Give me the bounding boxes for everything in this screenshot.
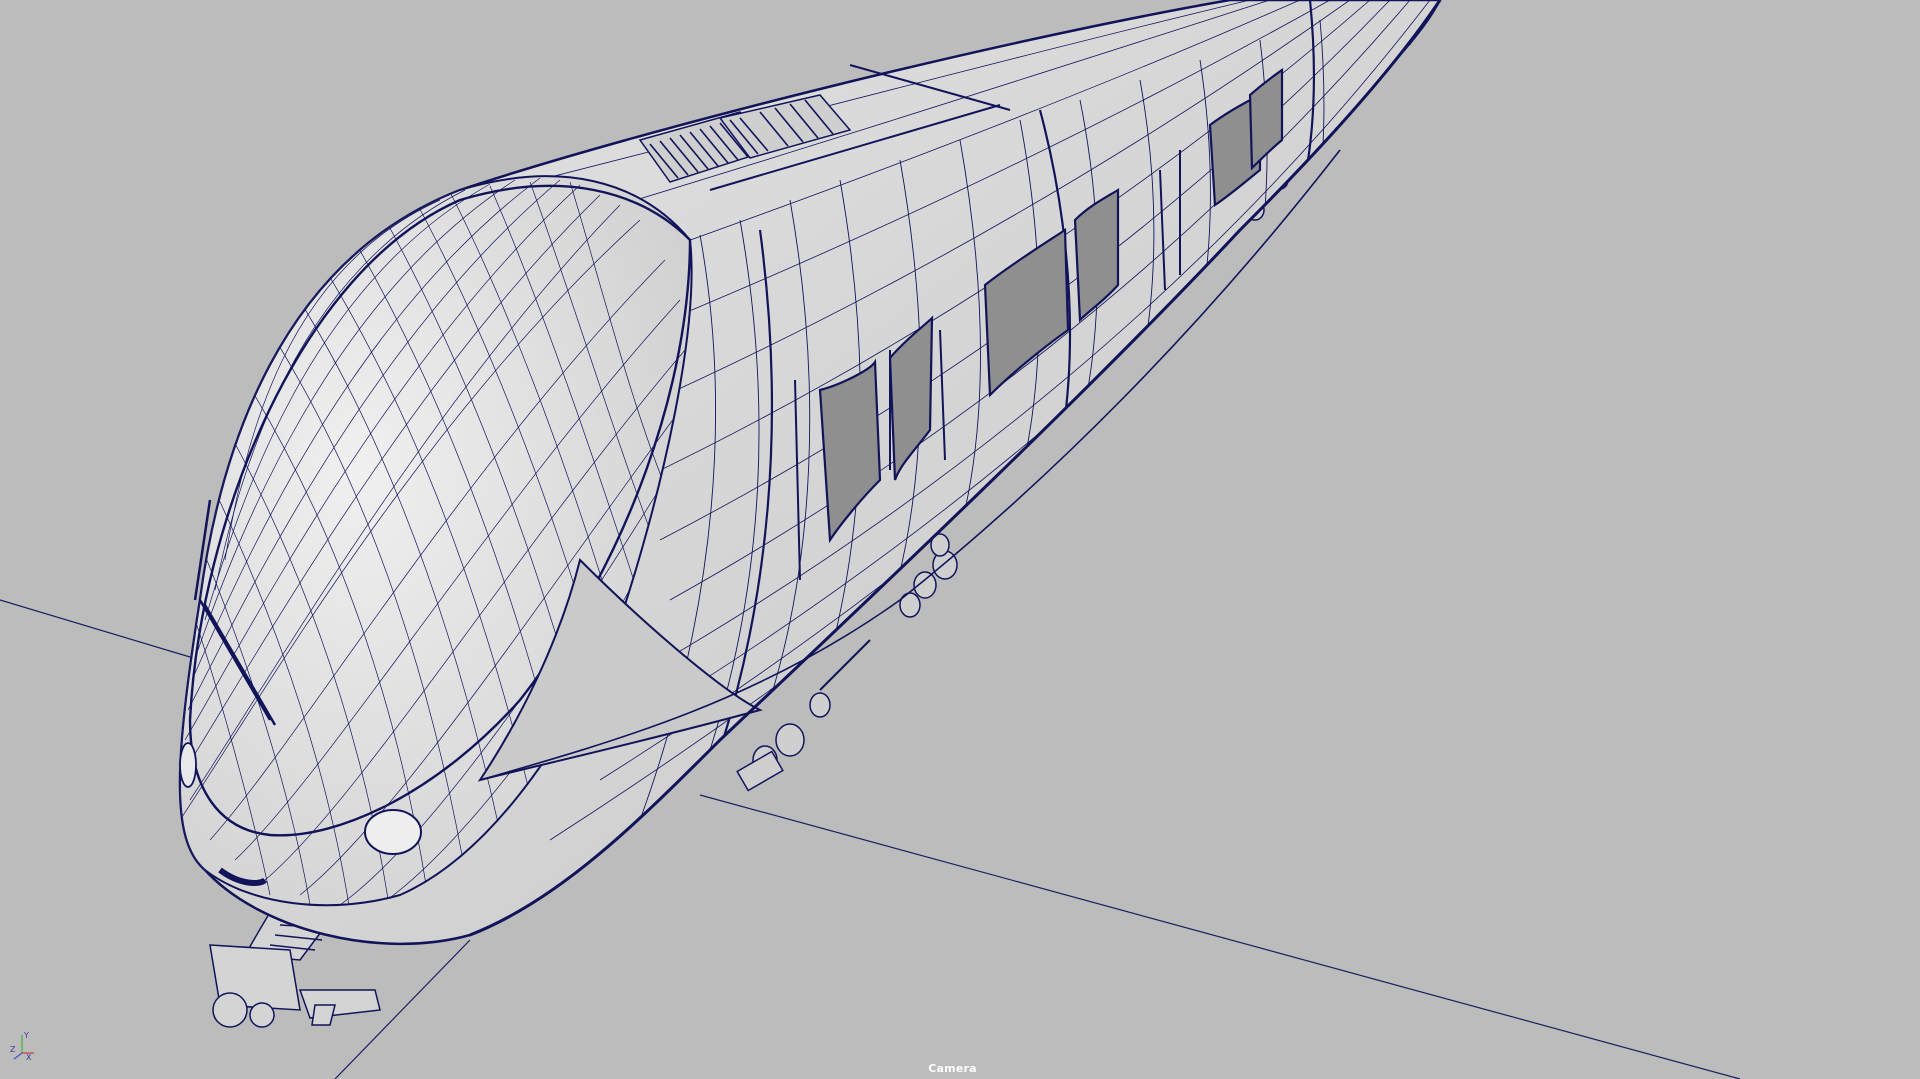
viewport-camera-label: Camera — [928, 1062, 977, 1075]
3d-viewport[interactable]: Z Y X Camera — [0, 0, 1920, 1079]
view-axis-gizmo: Z Y X — [6, 1031, 36, 1062]
grid-axis-line-x — [0, 599, 201, 661]
z-axis-label: Z — [10, 1045, 16, 1054]
grid-axis-line-x-far — [699, 794, 1741, 1079]
y-axis-label: Y — [24, 1031, 29, 1040]
x-axis-label: X — [26, 1053, 32, 1062]
headlight-left — [179, 742, 197, 788]
headlight — [364, 809, 422, 855]
viewport-scene[interactable] — [0, 0, 1920, 1079]
